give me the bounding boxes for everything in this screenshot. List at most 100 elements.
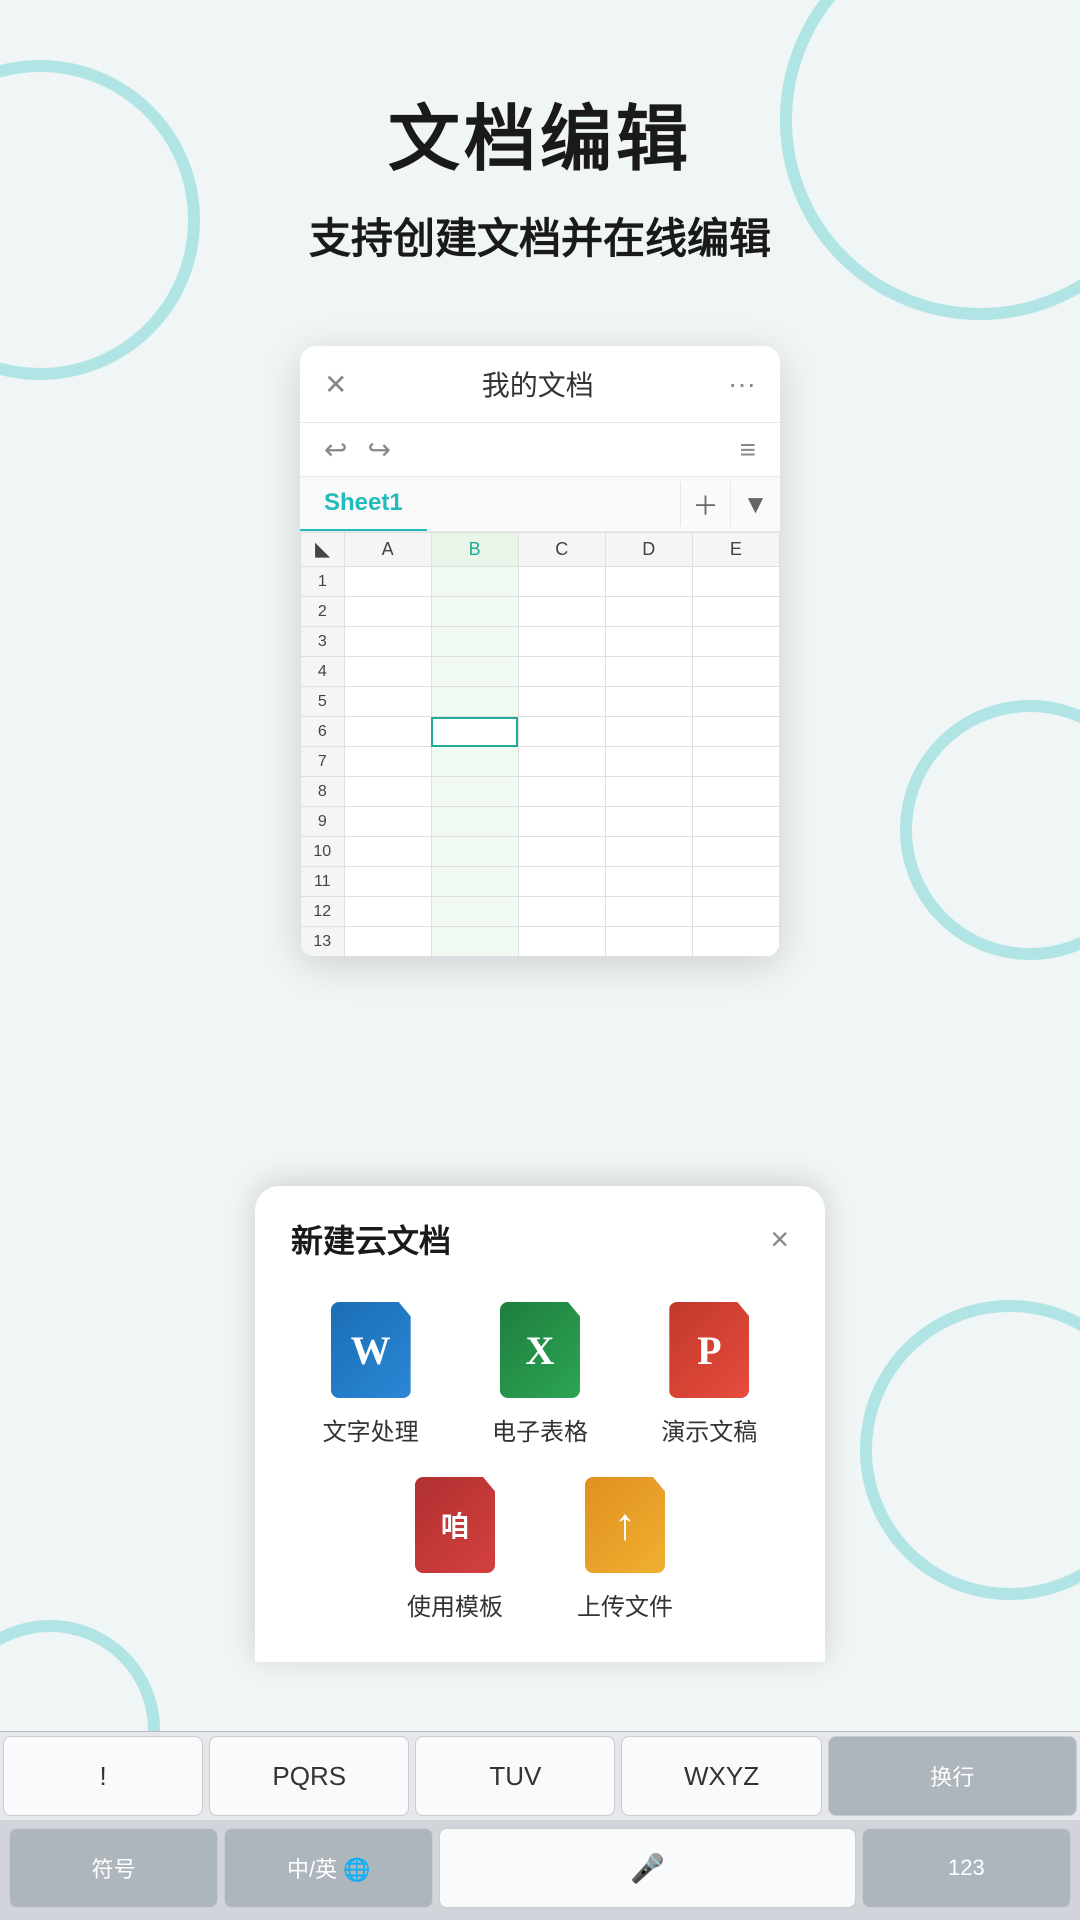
more-icon[interactable]: ···: [728, 368, 756, 400]
cell-E3[interactable]: [692, 627, 779, 657]
cell-B7[interactable]: [431, 747, 518, 777]
cell-E8[interactable]: [692, 777, 779, 807]
cell-C9[interactable]: [518, 807, 605, 837]
cell-E13[interactable]: [692, 927, 779, 957]
key-lang[interactable]: 中/英 🌐: [224, 1828, 433, 1908]
cell-A12[interactable]: [344, 897, 431, 927]
cell-C7[interactable]: [518, 747, 605, 777]
cell-D11[interactable]: [605, 867, 692, 897]
cell-C1[interactable]: [518, 567, 605, 597]
row-num-3: 3: [301, 627, 345, 657]
modal-item-excel[interactable]: 电子表格: [460, 1302, 619, 1447]
cell-D4[interactable]: [605, 657, 692, 687]
upload-label: 上传文件: [577, 1587, 673, 1622]
cell-E6[interactable]: [692, 717, 779, 747]
cell-B2[interactable]: [431, 597, 518, 627]
cell-A1[interactable]: [344, 567, 431, 597]
cell-B8[interactable]: [431, 777, 518, 807]
cell-B3[interactable]: [431, 627, 518, 657]
cell-A8[interactable]: [344, 777, 431, 807]
cell-B1[interactable]: [431, 567, 518, 597]
cell-E12[interactable]: [692, 897, 779, 927]
cell-E11[interactable]: [692, 867, 779, 897]
key-symbols[interactable]: 符号: [9, 1828, 218, 1908]
modal-item-upload[interactable]: 上传文件: [545, 1477, 705, 1622]
menu-icon[interactable]: ≡: [740, 434, 756, 466]
col-header-a[interactable]: A: [344, 533, 431, 567]
cell-C8[interactable]: [518, 777, 605, 807]
modal-item-template[interactable]: 使用模板: [375, 1477, 535, 1622]
col-header-d[interactable]: D: [605, 533, 692, 567]
cell-D10[interactable]: [605, 837, 692, 867]
cell-A11[interactable]: [344, 867, 431, 897]
col-header-c[interactable]: C: [518, 533, 605, 567]
sheet-dropdown-icon[interactable]: ▼: [730, 482, 780, 526]
cell-B4[interactable]: [431, 657, 518, 687]
key-enter[interactable]: 换行: [828, 1736, 1077, 1816]
row-num-7: 7: [301, 747, 345, 777]
key-pqrs[interactable]: PQRS: [209, 1736, 409, 1816]
cell-E10[interactable]: [692, 837, 779, 867]
cell-D2[interactable]: [605, 597, 692, 627]
modal-items-row1: 文字处理 电子表格 演示文稿: [255, 1282, 825, 1467]
cell-B11[interactable]: [431, 867, 518, 897]
cell-B12[interactable]: [431, 897, 518, 927]
cell-D5[interactable]: [605, 687, 692, 717]
undo-icon[interactable]: ↩: [324, 433, 347, 466]
sheet-tab[interactable]: Sheet1: [300, 477, 427, 531]
cell-D8[interactable]: [605, 777, 692, 807]
cell-C13[interactable]: [518, 927, 605, 957]
cell-D3[interactable]: [605, 627, 692, 657]
close-icon[interactable]: ✕: [324, 368, 347, 401]
key-123[interactable]: 123: [862, 1828, 1071, 1908]
modal-item-ppt[interactable]: 演示文稿: [630, 1302, 789, 1447]
key-wxyz[interactable]: WXYZ: [621, 1736, 821, 1816]
cell-B9[interactable]: [431, 807, 518, 837]
cell-E9[interactable]: [692, 807, 779, 837]
key-space[interactable]: 🎤: [439, 1828, 855, 1908]
cell-C5[interactable]: [518, 687, 605, 717]
cell-D9[interactable]: [605, 807, 692, 837]
cell-E5[interactable]: [692, 687, 779, 717]
redo-icon[interactable]: ↪: [367, 433, 390, 466]
cell-C4[interactable]: [518, 657, 605, 687]
cell-D1[interactable]: [605, 567, 692, 597]
cell-A3[interactable]: [344, 627, 431, 657]
cell-A13[interactable]: [344, 927, 431, 957]
cell-C10[interactable]: [518, 837, 605, 867]
add-sheet-icon[interactable]: ＋: [680, 482, 730, 526]
cell-A6[interactable]: [344, 717, 431, 747]
cell-D6[interactable]: [605, 717, 692, 747]
cell-A4[interactable]: [344, 657, 431, 687]
key-tuv[interactable]: TUV: [415, 1736, 615, 1816]
cell-B13[interactable]: [431, 927, 518, 957]
cell-A9[interactable]: [344, 807, 431, 837]
modal-close-icon[interactable]: ×: [770, 1221, 789, 1258]
cell-D13[interactable]: [605, 927, 692, 957]
cell-C3[interactable]: [518, 627, 605, 657]
key-exclamation[interactable]: !: [3, 1736, 203, 1816]
modal-title: 新建云文档: [291, 1216, 451, 1262]
cell-B10[interactable]: [431, 837, 518, 867]
cell-E1[interactable]: [692, 567, 779, 597]
cell-E4[interactable]: [692, 657, 779, 687]
cell-C6[interactable]: [518, 717, 605, 747]
row-num-1: 1: [301, 567, 345, 597]
cell-A5[interactable]: [344, 687, 431, 717]
col-header-e[interactable]: E: [692, 533, 779, 567]
modal-item-word[interactable]: 文字处理: [291, 1302, 450, 1447]
cell-E7[interactable]: [692, 747, 779, 777]
cell-A2[interactable]: [344, 597, 431, 627]
cell-B5[interactable]: [431, 687, 518, 717]
row-num-2: 2: [301, 597, 345, 627]
cell-C12[interactable]: [518, 897, 605, 927]
cell-A7[interactable]: [344, 747, 431, 777]
cell-C11[interactable]: [518, 867, 605, 897]
cell-D7[interactable]: [605, 747, 692, 777]
col-header-b[interactable]: B: [431, 533, 518, 567]
cell-D12[interactable]: [605, 897, 692, 927]
cell-A10[interactable]: [344, 837, 431, 867]
cell-C2[interactable]: [518, 597, 605, 627]
cell-E2[interactable]: [692, 597, 779, 627]
cell-B6[interactable]: [431, 717, 518, 747]
